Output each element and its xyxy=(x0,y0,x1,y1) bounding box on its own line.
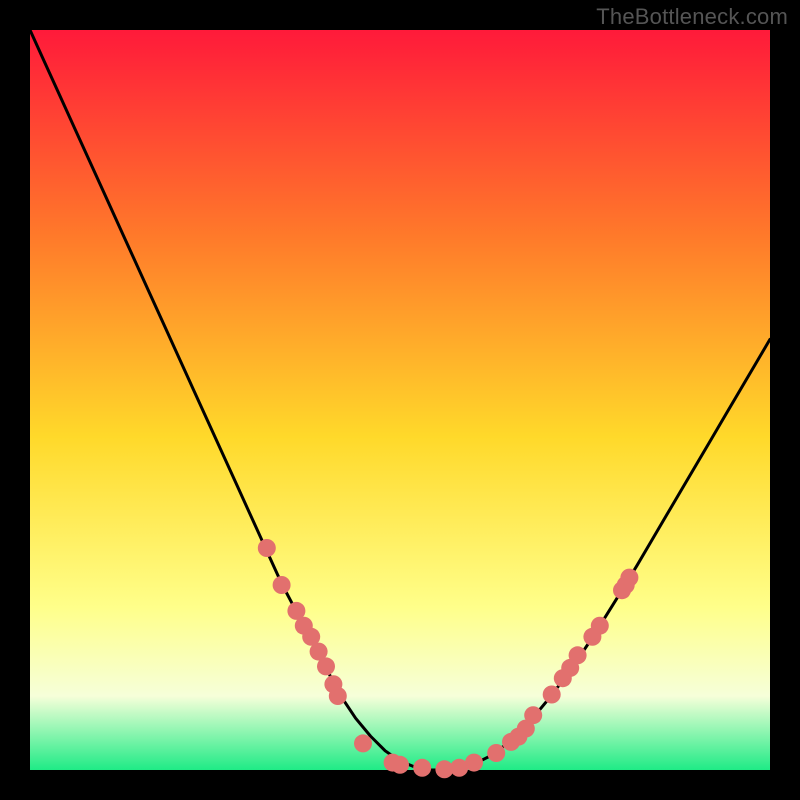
curve-marker xyxy=(329,687,347,705)
curve-marker xyxy=(591,617,609,635)
curve-marker xyxy=(524,706,542,724)
chart-background xyxy=(30,30,770,770)
curve-marker xyxy=(569,646,587,664)
curve-marker xyxy=(273,576,291,594)
curve-marker xyxy=(487,744,505,762)
curve-marker xyxy=(317,657,335,675)
curve-marker xyxy=(620,569,638,587)
curve-marker xyxy=(465,754,483,772)
curve-marker xyxy=(354,734,372,752)
curve-marker xyxy=(258,539,276,557)
chart-container: TheBottleneck.com xyxy=(0,0,800,800)
watermark-text: TheBottleneck.com xyxy=(596,4,788,30)
curve-marker xyxy=(543,686,561,704)
curve-marker xyxy=(413,759,431,777)
bottleneck-chart xyxy=(0,0,800,800)
curve-marker xyxy=(391,756,409,774)
